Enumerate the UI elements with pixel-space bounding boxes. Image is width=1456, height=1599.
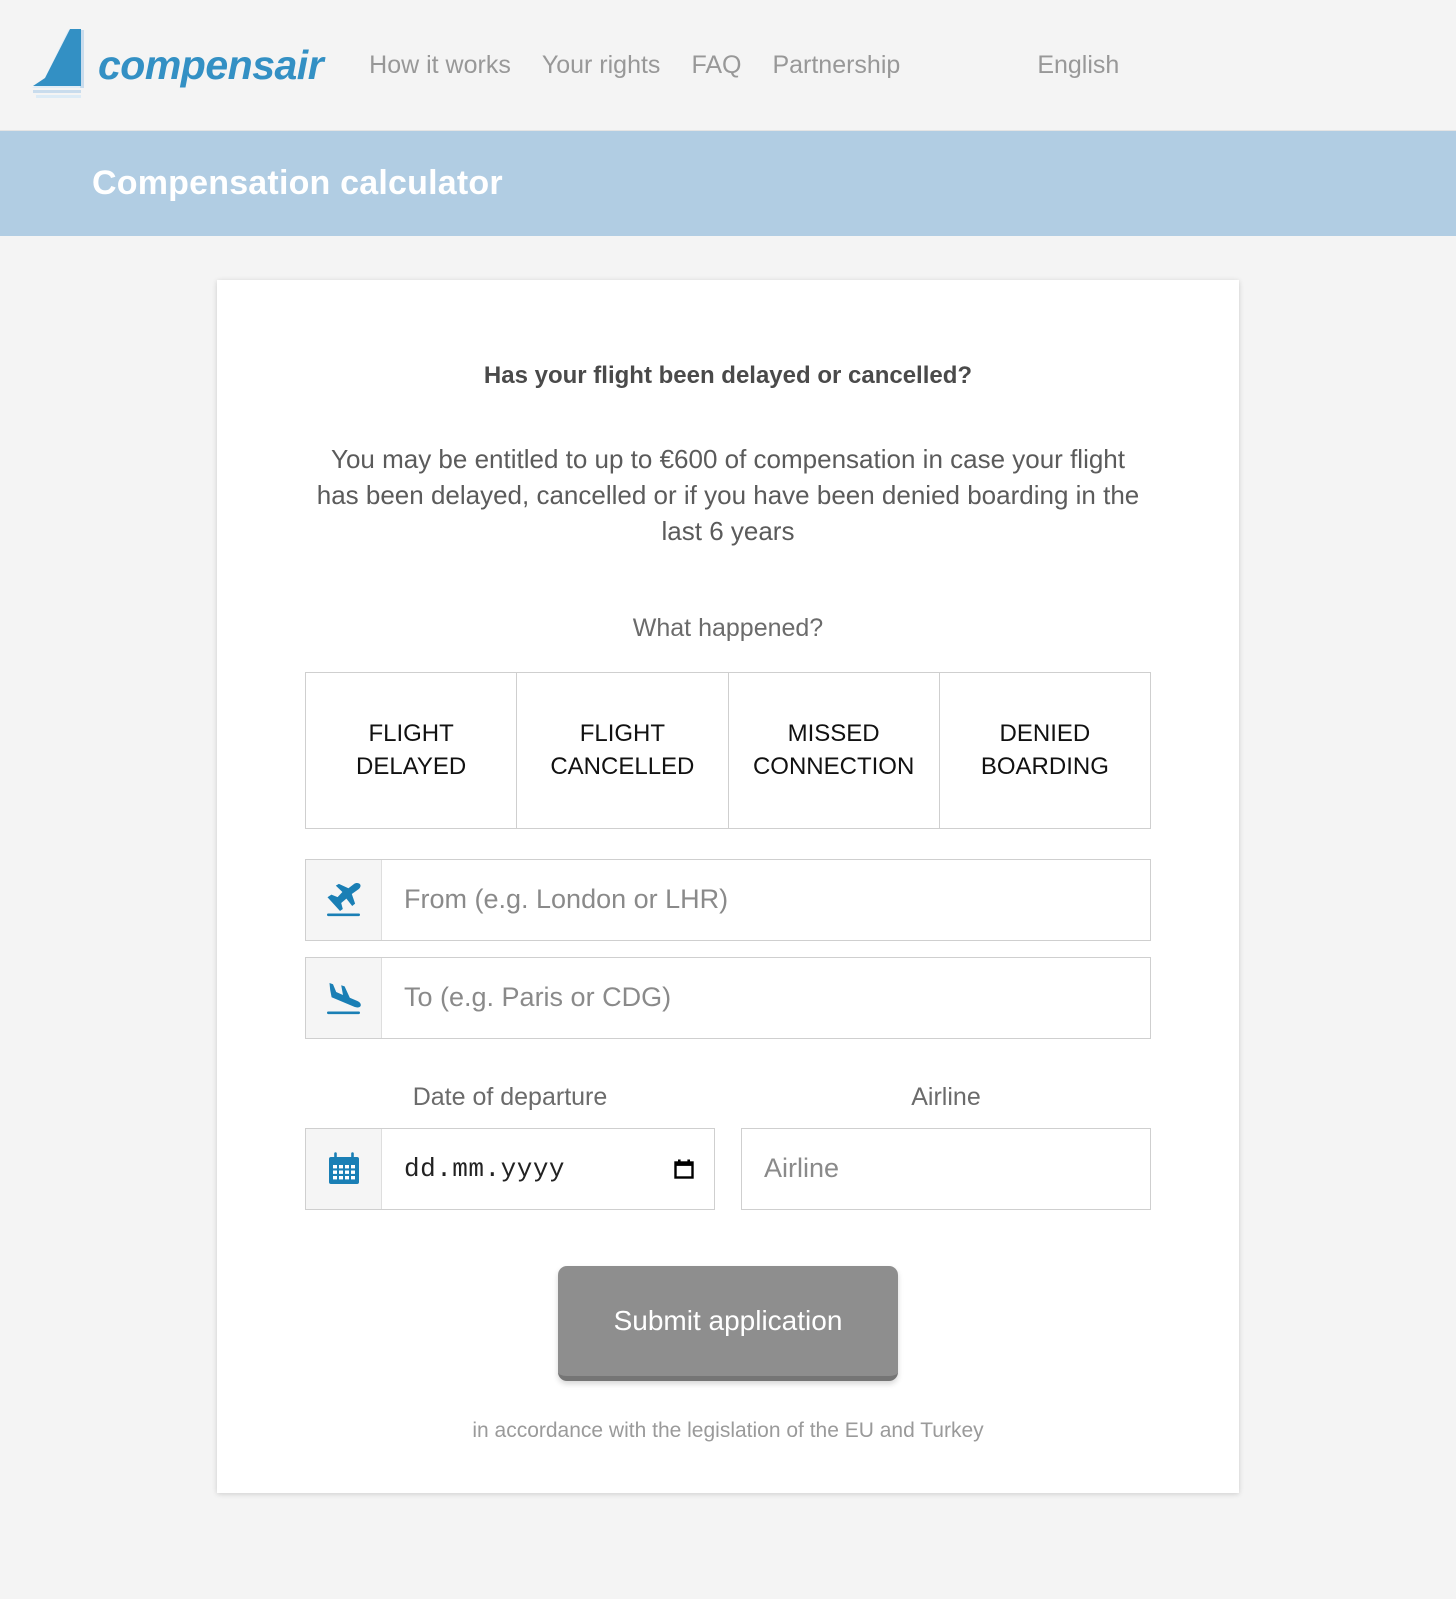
calendar-icon (306, 1128, 382, 1209)
language-selector[interactable]: English (1037, 51, 1119, 80)
airplane-takeoff-icon (306, 859, 382, 940)
airline-input[interactable] (742, 1128, 1150, 1209)
date-field-group: dd.mm.yyyy (305, 1127, 715, 1210)
option-label-line2: CONNECTION (752, 753, 915, 781)
date-airline-row: Date of departure dd.mm.yyyy Airline Air… (305, 1083, 1151, 1210)
incident-type-options: FLIGHT DELAYED FLIGHT CANCELLED MISSED C… (305, 671, 1151, 829)
date-column: Date of departure dd.mm.yyyy (305, 1083, 715, 1210)
brand-name: compensair (98, 41, 324, 88)
option-label-line1: MISSED (787, 720, 880, 748)
what-happened-label: What happened? (632, 613, 824, 642)
brand-logo[interactable]: compensair (28, 28, 324, 102)
nav-item-partnership[interactable]: Partnership (772, 51, 900, 80)
airline-column: Airline (741, 1083, 1151, 1210)
option-label-line2: DELAYED (355, 753, 467, 781)
from-input[interactable] (382, 859, 1150, 940)
legal-note: in accordance with the legislation of th… (472, 1418, 984, 1442)
from-field-group (305, 858, 1151, 941)
to-input[interactable] (382, 957, 1150, 1038)
option-flight-delayed[interactable]: FLIGHT DELAYED (306, 672, 518, 828)
main-nav: How it works Your rights FAQ Partnership (369, 51, 900, 80)
airplane-landing-icon (306, 957, 382, 1038)
card-container: Has your flight been delayed or cancelle… (0, 236, 1456, 1493)
option-label-line1: FLIGHT (368, 720, 454, 748)
site-header: compensair How it works Your rights FAQ … (0, 0, 1456, 131)
date-of-departure-label: Date of departure (412, 1082, 608, 1111)
option-label-line1: FLIGHT (579, 720, 666, 748)
page-title: Compensation calculator (92, 164, 503, 202)
page-banner: Compensation calculator (0, 131, 1456, 236)
option-label-line2: CANCELLED (550, 753, 695, 781)
nav-item-how-it-works[interactable]: How it works (369, 51, 511, 80)
airline-label: Airline (911, 1082, 981, 1111)
compensation-calculator-card: Has your flight been delayed or cancelle… (217, 280, 1239, 1493)
nav-item-faq[interactable]: FAQ (691, 51, 741, 80)
calculator-intro: You may be entitled to up to €600 of com… (316, 444, 1140, 546)
calculator-heading: Has your flight been delayed or cancelle… (483, 362, 973, 389)
option-denied-boarding[interactable]: DENIED BOARDING (939, 672, 1150, 828)
submit-application-button[interactable]: Submit application (558, 1265, 898, 1381)
to-field-group (305, 956, 1151, 1039)
option-missed-connection[interactable]: MISSED CONNECTION (728, 672, 940, 828)
date-placeholder: dd.mm.yyyy (404, 1153, 566, 1184)
airplane-tail-fin-logo-icon (28, 28, 94, 102)
option-label-line1: DENIED (999, 720, 1091, 748)
submit-row: Submit application (305, 1265, 1151, 1381)
calendar-picker-icon[interactable] (672, 1157, 696, 1181)
date-input[interactable]: dd.mm.yyyy (382, 1129, 714, 1209)
nav-item-your-rights[interactable]: Your rights (542, 51, 661, 80)
option-flight-cancelled[interactable]: FLIGHT CANCELLED (517, 672, 729, 828)
option-label-line2: BOARDING (980, 753, 1109, 781)
airline-field-group (741, 1127, 1151, 1210)
